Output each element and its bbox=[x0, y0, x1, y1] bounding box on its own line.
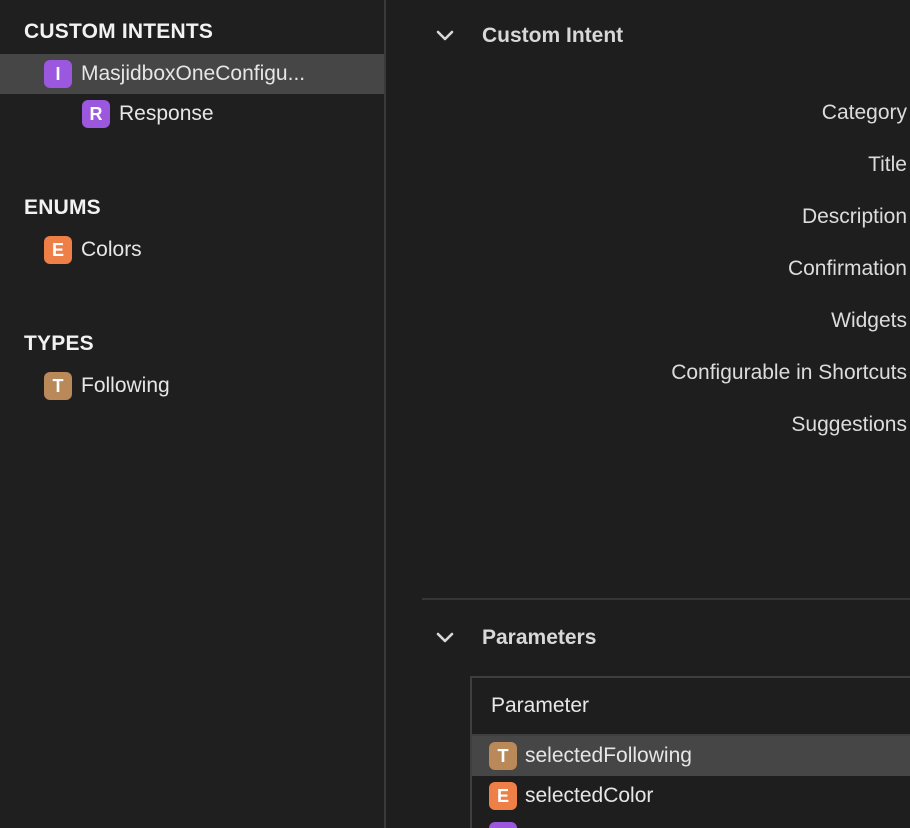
chevron-down-icon[interactable] bbox=[434, 627, 456, 649]
sidebar-item-masjidbox-intent[interactable]: I MasjidboxOneConfigu... bbox=[0, 54, 384, 94]
table-row[interactable]: E selectedColor bbox=[472, 776, 910, 816]
parameter-name: selectedFollowing bbox=[525, 744, 692, 767]
type-badge-icon: T bbox=[44, 372, 72, 400]
section-header-custom-intents: CUSTOM INTENTS bbox=[24, 20, 214, 43]
sidebar-item-colors[interactable]: E Colors bbox=[0, 230, 384, 270]
section-header-types: TYPES bbox=[24, 332, 94, 355]
sidebar-item-response[interactable]: R Response bbox=[0, 94, 384, 134]
custom-intent-group-header[interactable]: Custom Intent bbox=[434, 24, 623, 48]
intent-badge-icon bbox=[489, 822, 517, 828]
field-label-confirmation: Confirmation bbox=[787, 257, 907, 280]
table-row[interactable] bbox=[472, 816, 910, 828]
sidebar-item-label: Colors bbox=[81, 238, 142, 261]
enum-badge-icon: E bbox=[489, 782, 517, 810]
sidebar-item-label: Response bbox=[119, 102, 214, 125]
intent-detail-pane: Custom Intent Category Title Description… bbox=[386, 0, 910, 828]
field-label-category: Category bbox=[821, 101, 907, 124]
table-row[interactable]: T selectedFollowing bbox=[472, 736, 910, 776]
sidebar-item-following[interactable]: T Following bbox=[0, 366, 384, 406]
response-badge-icon: R bbox=[82, 100, 110, 128]
sidebar-item-label: MasjidboxOneConfigu... bbox=[81, 62, 306, 85]
type-badge-icon: T bbox=[489, 742, 517, 770]
intent-sidebar: CUSTOM INTENTS I MasjidboxOneConfigu... … bbox=[0, 0, 384, 828]
parameter-name: selectedColor bbox=[525, 784, 654, 807]
parameters-group-header[interactable]: Parameters bbox=[434, 626, 596, 650]
section-divider bbox=[422, 598, 910, 600]
intent-editor-window: CUSTOM INTENTS I MasjidboxOneConfigu... … bbox=[0, 0, 910, 828]
sidebar-item-label: Following bbox=[81, 374, 170, 397]
field-label-title: Title bbox=[868, 153, 907, 176]
parameters-title: Parameters bbox=[482, 626, 597, 649]
intent-badge-icon: I bbox=[44, 60, 72, 88]
field-label-widgets: Widgets bbox=[831, 309, 907, 332]
field-label-description: Description bbox=[801, 205, 907, 228]
parameters-table: Parameter T selectedFollowing E selected… bbox=[470, 676, 910, 828]
custom-intent-title: Custom Intent bbox=[482, 24, 624, 47]
parameter-column-header[interactable]: Parameter bbox=[472, 678, 910, 736]
chevron-down-icon[interactable] bbox=[434, 25, 456, 47]
section-header-enums: ENUMS bbox=[24, 196, 101, 219]
field-label-suggestions: Suggestions bbox=[791, 413, 907, 436]
field-label-configurable-in-shortcuts: Configurable in Shortcuts bbox=[671, 361, 907, 384]
enum-badge-icon: E bbox=[44, 236, 72, 264]
